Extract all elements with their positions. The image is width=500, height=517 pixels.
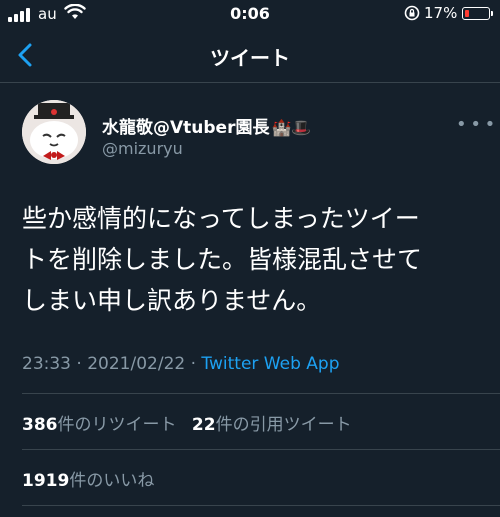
divider [22, 505, 500, 506]
retweets-link[interactable]: 386件のリツイート [22, 415, 177, 435]
meta-separator: · [190, 354, 197, 374]
nav-bar: ツイート [0, 30, 500, 83]
quote-label: 件の引用ツイート [215, 415, 352, 435]
user-handle[interactable]: @mizuryu [102, 139, 183, 158]
more-horizontal-icon[interactable]: • • • [456, 114, 495, 135]
tweet-time: 23:33 [22, 354, 71, 374]
avatar[interactable] [22, 100, 86, 164]
divider [22, 449, 500, 450]
like-label: 件のいいね [69, 471, 155, 491]
tweet-text-line: 些か感情的になってしまったツイー [22, 204, 420, 233]
retweet-label: 件のリツイート [57, 415, 177, 435]
avatar-image [22, 100, 86, 164]
display-name[interactable]: 水龍敬@Vtuber園長 🏰🎩 [102, 113, 311, 138]
page-title: ツイート [210, 46, 290, 70]
display-name-text: 水龍敬@Vtuber園長 [102, 118, 270, 138]
divider [22, 393, 500, 394]
tweet-date: 2021/02/22 [87, 354, 186, 374]
battery-percent: 17% [424, 4, 458, 22]
name-emoji: 🏰🎩 [271, 118, 312, 137]
orientation-lock-icon [404, 5, 420, 21]
quotes-link[interactable]: 22件の引用ツイート [192, 415, 352, 435]
tweet-text-line: トを削除しました。皆様混乱させて [22, 245, 423, 274]
tweet-text: 些か感情的になってしまったツイー トを削除しました。皆様混乱させて しまい申し訳… [22, 198, 482, 321]
retweet-count: 386 [22, 415, 58, 435]
likes-link[interactable]: 1919件のいいね [22, 466, 154, 491]
retweet-stats: 386件のリツイート 22件の引用ツイート [22, 410, 352, 435]
like-count: 1919 [22, 471, 70, 491]
battery-icon [462, 7, 493, 20]
tweet-source-link[interactable]: Twitter Web App [201, 354, 339, 374]
meta-separator: · [76, 354, 82, 374]
battery-level [465, 10, 469, 17]
quote-count: 22 [191, 415, 216, 435]
tweet-text-line: しまい申し訳ありません。 [22, 286, 322, 315]
status-bar: au 0:06 17% [0, 0, 500, 30]
tweet-meta: 23:33 · 2021/02/22 · Twitter Web App [22, 354, 339, 374]
